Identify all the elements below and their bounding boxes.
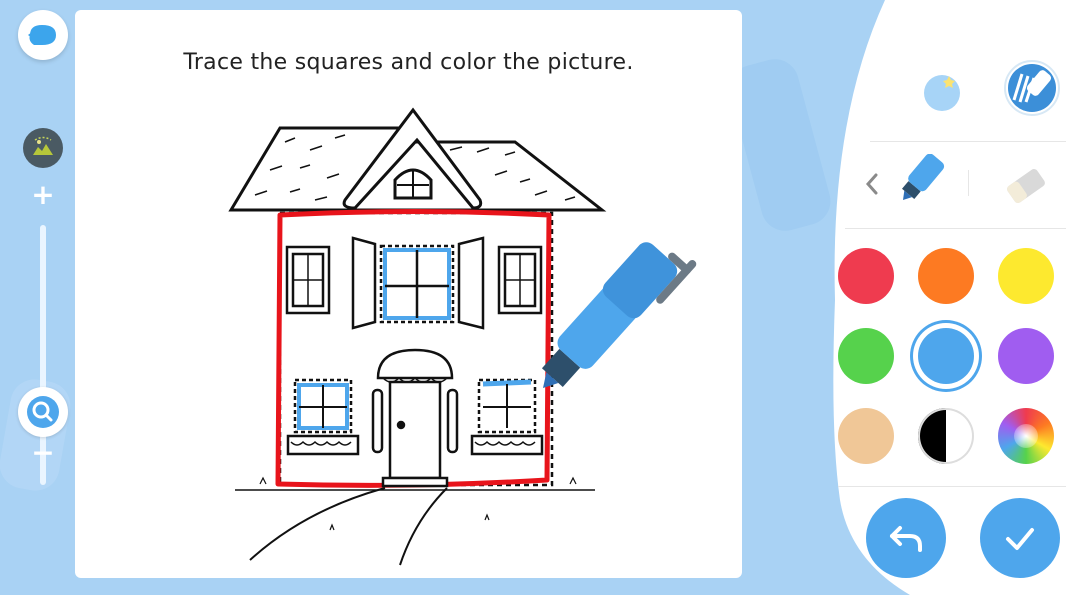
- lower-left-window: [286, 378, 360, 456]
- zoom-slider-knob[interactable]: [18, 387, 68, 437]
- upper-center-window: [351, 236, 485, 330]
- panel-divider: [870, 141, 1066, 142]
- eraser-icon: [1007, 169, 1045, 203]
- thumbnail-icon: [33, 136, 53, 155]
- panel-divider: [845, 228, 1066, 229]
- magnifier-icon: [27, 396, 59, 428]
- back-bubble-icon: [28, 25, 56, 45]
- color-swatch-purple[interactable]: [998, 328, 1054, 384]
- marker-tool-button[interactable]: [895, 152, 955, 212]
- color-swatch-blue[interactable]: [918, 328, 974, 384]
- color-swatch-red[interactable]: [838, 248, 894, 304]
- pattern-brush-button[interactable]: [1000, 60, 1064, 116]
- coloring-canvas[interactable]: Trace the squares and color the picture.: [75, 10, 742, 578]
- upper-right-window: [497, 245, 543, 315]
- zoom-out-button[interactable]: −: [18, 439, 68, 467]
- palette-panel: [800, 0, 1080, 595]
- tool-separator: [968, 170, 969, 196]
- zoom-in-button[interactable]: +: [18, 181, 68, 209]
- roof: [228, 107, 607, 212]
- color-swatch-black-white[interactable]: [918, 408, 974, 464]
- back-button[interactable]: [18, 10, 68, 60]
- eraser-tool-button[interactable]: [996, 156, 1056, 216]
- sticker-button[interactable]: [920, 70, 964, 114]
- marker-icon: [902, 154, 945, 200]
- thumbnail-button[interactable]: [23, 128, 63, 168]
- undo-button[interactable]: [866, 498, 946, 578]
- house-drawing[interactable]: [75, 10, 742, 578]
- previous-tool-button[interactable]: [860, 166, 884, 202]
- sticker-bubble-icon: [924, 75, 960, 111]
- color-swatch-rainbow[interactable]: [998, 408, 1054, 464]
- ground-path: [235, 476, 595, 566]
- color-swatch-orange[interactable]: [918, 248, 974, 304]
- checkmark-icon: [1006, 528, 1034, 550]
- chevron-left-icon: [865, 173, 878, 195]
- confirm-button[interactable]: [980, 498, 1060, 578]
- pattern-brush-icon: [1004, 60, 1060, 116]
- panel-divider: [838, 486, 1066, 487]
- color-swatch-green[interactable]: [838, 328, 894, 384]
- color-swatch-yellow[interactable]: [998, 248, 1054, 304]
- lower-right-window: [470, 378, 544, 456]
- undo-icon: [890, 526, 922, 552]
- color-swatch-skin[interactable]: [838, 408, 894, 464]
- upper-left-window: [285, 245, 331, 315]
- rainbow-center: [1014, 424, 1038, 448]
